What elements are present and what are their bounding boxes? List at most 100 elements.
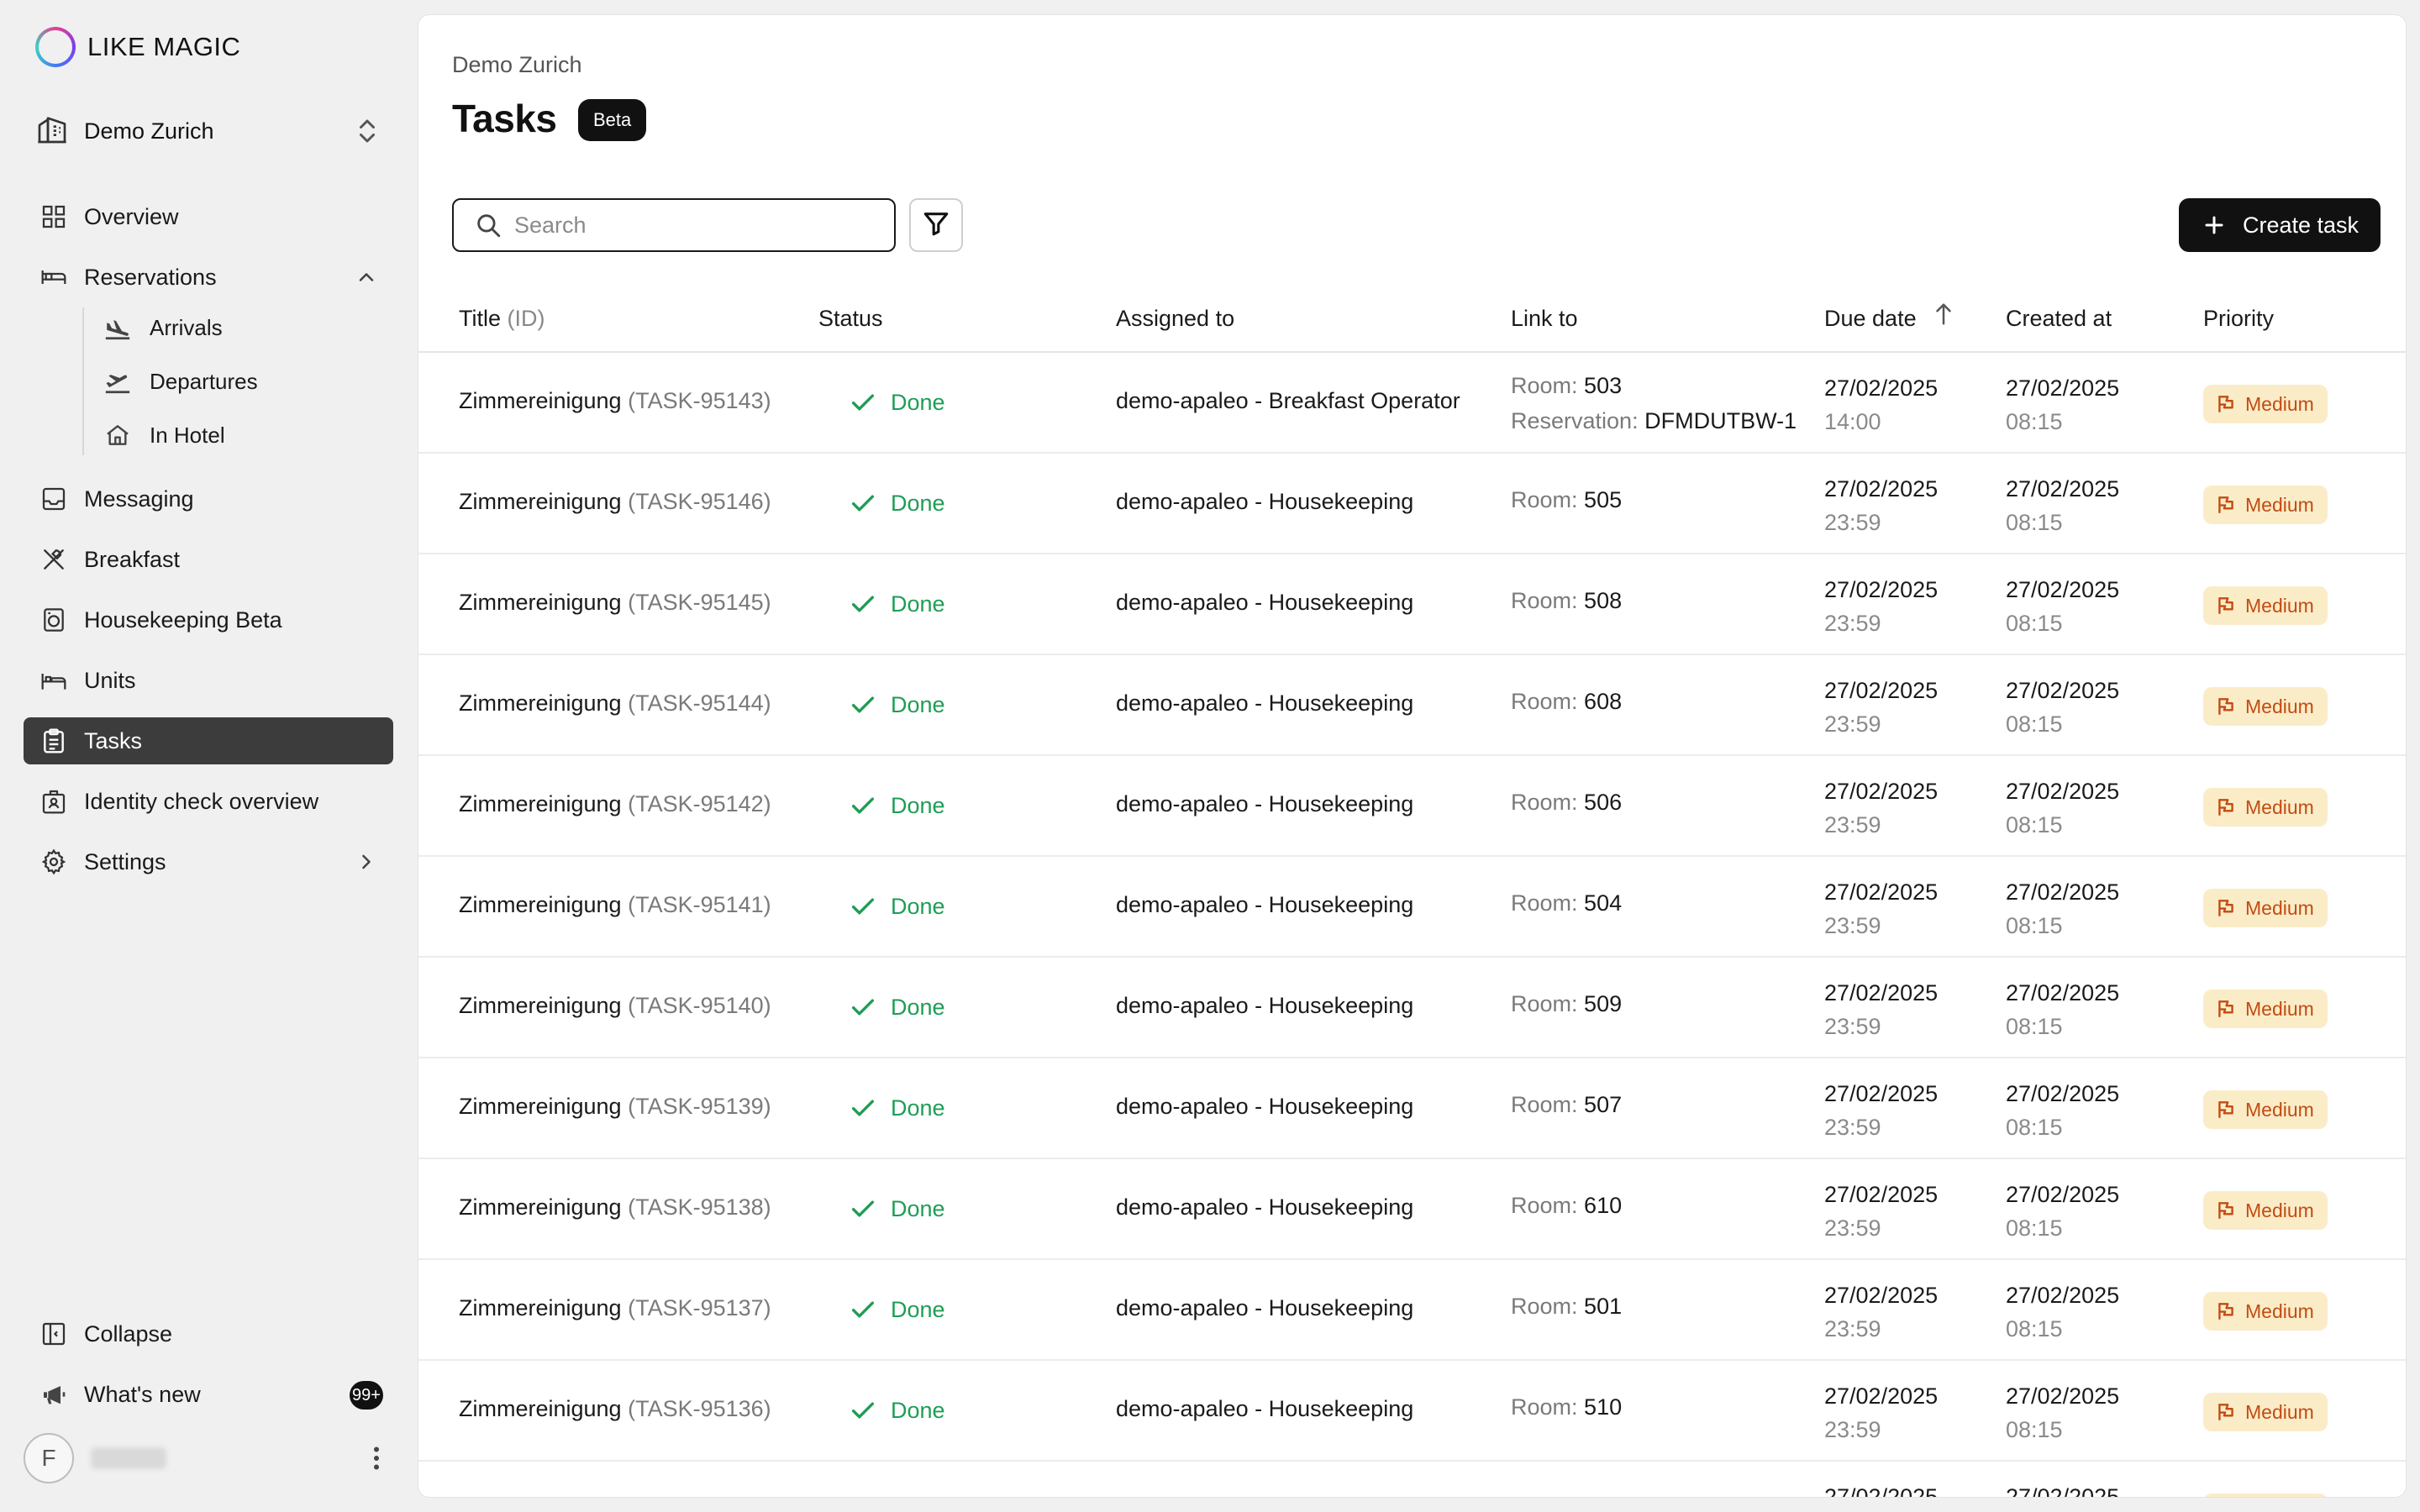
status-label: Done [891,1095,945,1121]
created-date: 27/02/2025 [2006,1283,2120,1308]
priority-badge: Medium [2203,586,2328,625]
table-row[interactable]: Zimmereinigung (TASK-95142) Done demo-apal… [418,756,2406,857]
created-at-cell: 27/02/2025 08:15 [2006,774,2119,842]
room-link[interactable]: Room: 508 [1511,588,1622,614]
room-label: Room: [1511,890,1578,916]
room-link[interactable]: Room: 506 [1511,790,1622,816]
priority-badge: Medium [2203,990,2328,1028]
column-header-title[interactable]: Title (ID) [459,306,545,332]
check-icon [849,590,877,618]
column-header-due-date[interactable]: Due date [1824,303,1954,333]
sidebar-item-housekeeping[interactable]: Housekeeping Beta [24,596,393,643]
status-cell: Done [849,892,945,921]
sidebar-item-units[interactable]: Units [24,657,393,704]
table-row[interactable]: Zimmereinigung (TASK-95136) Done demo-apal… [418,1361,2406,1462]
room-label: Room: [1511,790,1578,815]
table-row[interactable]: Zimmereinigung (TASK-95137) Done demo-apal… [418,1260,2406,1361]
table-row[interactable]: Zimmereinigung (TASK-95146) Done demo-apal… [418,454,2406,554]
sidebar-item-messaging[interactable]: Messaging [24,475,393,522]
check-icon [849,993,877,1021]
property-switcher[interactable]: Demo Zurich [35,108,388,155]
room-link[interactable]: Room: 610 [1511,1193,1622,1219]
created-time: 08:15 [2006,913,2063,938]
chevron-updown-icon [355,116,380,150]
collapse-button[interactable]: Collapse [24,1310,393,1357]
task-id: (TASK-95143) [628,388,771,413]
due-time: 23:59 [1824,913,1881,938]
due-date: 27/02/2025 [1824,1383,1939,1409]
column-header-status[interactable]: Status [818,306,883,332]
sidebar-item-identity-check[interactable]: Identity check overview [24,778,393,825]
room-label: Room: [1511,1193,1578,1218]
room-link[interactable]: Room: 507 [1511,1092,1622,1118]
flag-icon [2215,595,2237,617]
sidebar-item-in-hotel[interactable]: In Hotel [54,408,393,462]
breadcrumb[interactable]: Demo Zurich [452,52,582,78]
due-date-cell: 27/02/2025 23:59 [1824,1077,1938,1144]
search-input[interactable] [514,212,884,239]
chevron-up-icon[interactable] [355,265,378,293]
sidebar-item-reservations[interactable]: Reservations [24,254,393,301]
sidebar-item-arrivals[interactable]: Arrivals [54,301,393,354]
room-link[interactable]: Room: 509 [1511,991,1622,1017]
chevron-right-icon [355,850,378,878]
due-date-cell: 27/02/2025 23:59 [1824,1278,1938,1346]
table-row[interactable]: Zimmereinigung (TASK-95140) Done demo-apal… [418,958,2406,1058]
sidebar-item-label: Identity check overview [84,788,319,814]
sidebar-item-breakfast[interactable]: Breakfast [24,536,393,583]
created-date: 27/02/2025 [2006,1182,2120,1207]
priority-label: Medium [2245,392,2314,415]
created-date: 27/02/2025 [2006,678,2120,703]
sidebar-nav: Overview Reservations Arrivals Departure… [24,193,393,899]
room-link[interactable]: Room: 501 [1511,1294,1622,1320]
avatar[interactable]: F [24,1433,74,1483]
table-row[interactable]: Zimmereinigung (TASK-95139) Done demo-apal… [418,1058,2406,1159]
table-row[interactable]: Zimmereinigung (TASK-95144) Done demo-apal… [418,655,2406,756]
table-row[interactable]: Zimmereinigung (TASK-95141) Done demo-apal… [418,857,2406,958]
room-link[interactable]: Room: 503 [1511,368,1797,403]
more-vertical-icon[interactable] [366,1443,387,1473]
bed-icon [39,262,69,292]
whats-new-button[interactable]: What's new 99+ [24,1371,393,1418]
table-row[interactable]: Zimmereinigung (TASK-95135) Done demo-apal… [418,1462,2406,1498]
sidebar-item-departures[interactable]: Departures [54,354,393,408]
room-label: Room: [1511,373,1578,398]
main-panel: Demo Zurich Tasks Beta Create task Title… [418,14,2407,1498]
column-header-assigned[interactable]: Assigned to [1116,306,1234,332]
search-box[interactable] [452,198,896,252]
status-cell: Done [849,1295,945,1324]
sidebar-item-tasks[interactable]: Tasks [24,717,393,764]
create-task-button[interactable]: Create task [2179,198,2381,252]
room-link[interactable]: Room: 608 [1511,689,1622,715]
status-label: Done [891,1195,945,1221]
table-row[interactable]: Zimmereinigung (TASK-95143) Done demo-apal… [418,353,2406,454]
room-link[interactable]: Room: 504 [1511,890,1622,916]
task-title: Zimmereinigung [459,590,622,615]
sidebar-item-overview[interactable]: Overview [24,193,393,240]
sidebar-item-settings[interactable]: Settings [24,838,393,885]
table-row[interactable]: Zimmereinigung (TASK-95145) Done demo-apal… [418,554,2406,655]
room-link[interactable]: Room: 510 [1511,1394,1622,1420]
column-header-priority[interactable]: Priority [2203,306,2274,332]
table-row[interactable]: Zimmereinigung (TASK-95138) Done demo-apal… [418,1159,2406,1260]
user-menu[interactable]: F [24,1431,393,1485]
brand-logo[interactable]: LIKE MAGIC [35,27,240,67]
sort-ascending-arrow-icon[interactable] [1933,302,1954,333]
room-link[interactable]: Room: 609 [1511,1495,1622,1497]
due-time: 23:59 [1824,1417,1881,1442]
reservation-link[interactable]: Reservation: DFMDUTBW-1 [1511,403,1797,438]
link-cell: Room: 506 [1511,790,1622,816]
room-number: 505 [1584,487,1623,512]
filter-button[interactable] [909,198,963,252]
column-header-created[interactable]: Created at [2006,306,2112,332]
room-label: Room: [1511,1495,1578,1497]
column-header-link[interactable]: Link to [1511,306,1578,332]
room-number: 509 [1584,991,1623,1016]
room-link[interactable]: Room: 505 [1511,487,1622,513]
due-date: 27/02/2025 [1824,1081,1939,1106]
create-task-label: Create task [2243,212,2360,238]
flag-icon [2215,1099,2237,1121]
priority-badge: Medium [2203,1090,2328,1129]
task-id: (TASK-95135) [628,1497,771,1498]
sidebar-bottom: Collapse What's new 99+ [24,1310,393,1431]
